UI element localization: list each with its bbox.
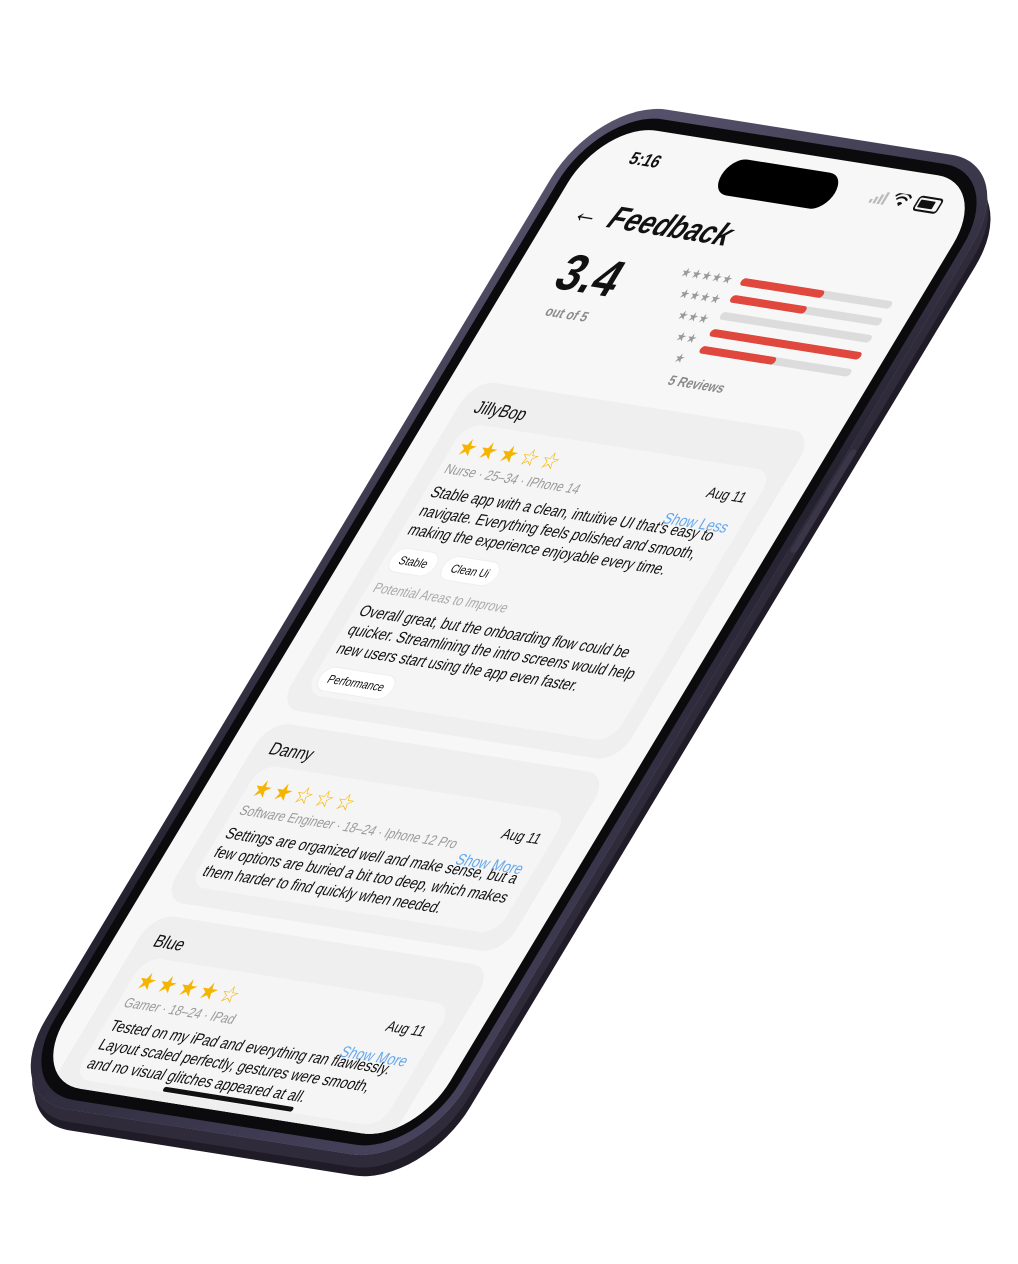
tag-chip: Performance xyxy=(313,666,399,701)
status-icons xyxy=(868,188,945,215)
dynamic-island xyxy=(710,157,846,211)
page-title: Feedback xyxy=(601,199,742,253)
tag-chip: Stable xyxy=(384,547,443,577)
content: ← Feedback 3.4 out of 5 ★★★★★ ★★★★ ★★★ ★… xyxy=(28,183,953,1142)
review-count: 5 Reviews xyxy=(664,372,729,396)
phone-mockup: 5:16 ← Feedback 3.4 out of 5 ★★★★★ ★★★★ … xyxy=(0,98,1018,1166)
review-card: Danny ★ ★ ☆ ☆ ☆ Software Engineer · 18–24 · … xyxy=(161,721,610,955)
star-level-2: ★★ xyxy=(672,328,702,347)
star-level-1: ★ xyxy=(671,350,690,366)
rating-bars xyxy=(697,277,894,377)
bar-fill-4 xyxy=(728,294,809,315)
signal-icon xyxy=(868,190,891,205)
star-level-3: ★★★ xyxy=(674,307,714,327)
status-time: 5:16 xyxy=(625,148,666,172)
review-card: JillyBop ★ ★ ★ ☆ ☆ Nurse · 25–34 · IPhone 14… xyxy=(277,379,815,762)
back-arrow-icon[interactable]: ← xyxy=(566,195,609,230)
wifi-icon xyxy=(895,192,912,207)
bar-fill-1 xyxy=(697,345,778,366)
bar-fill-5 xyxy=(738,277,827,299)
tag-chip: Clean Ui xyxy=(436,555,504,587)
average-rating: 3.4 xyxy=(544,244,636,309)
battery-icon xyxy=(911,195,945,215)
star-level-4: ★★★★ xyxy=(675,285,726,307)
bar-fill-3 xyxy=(718,311,723,320)
star-level-5: ★★★★★ xyxy=(677,264,738,287)
